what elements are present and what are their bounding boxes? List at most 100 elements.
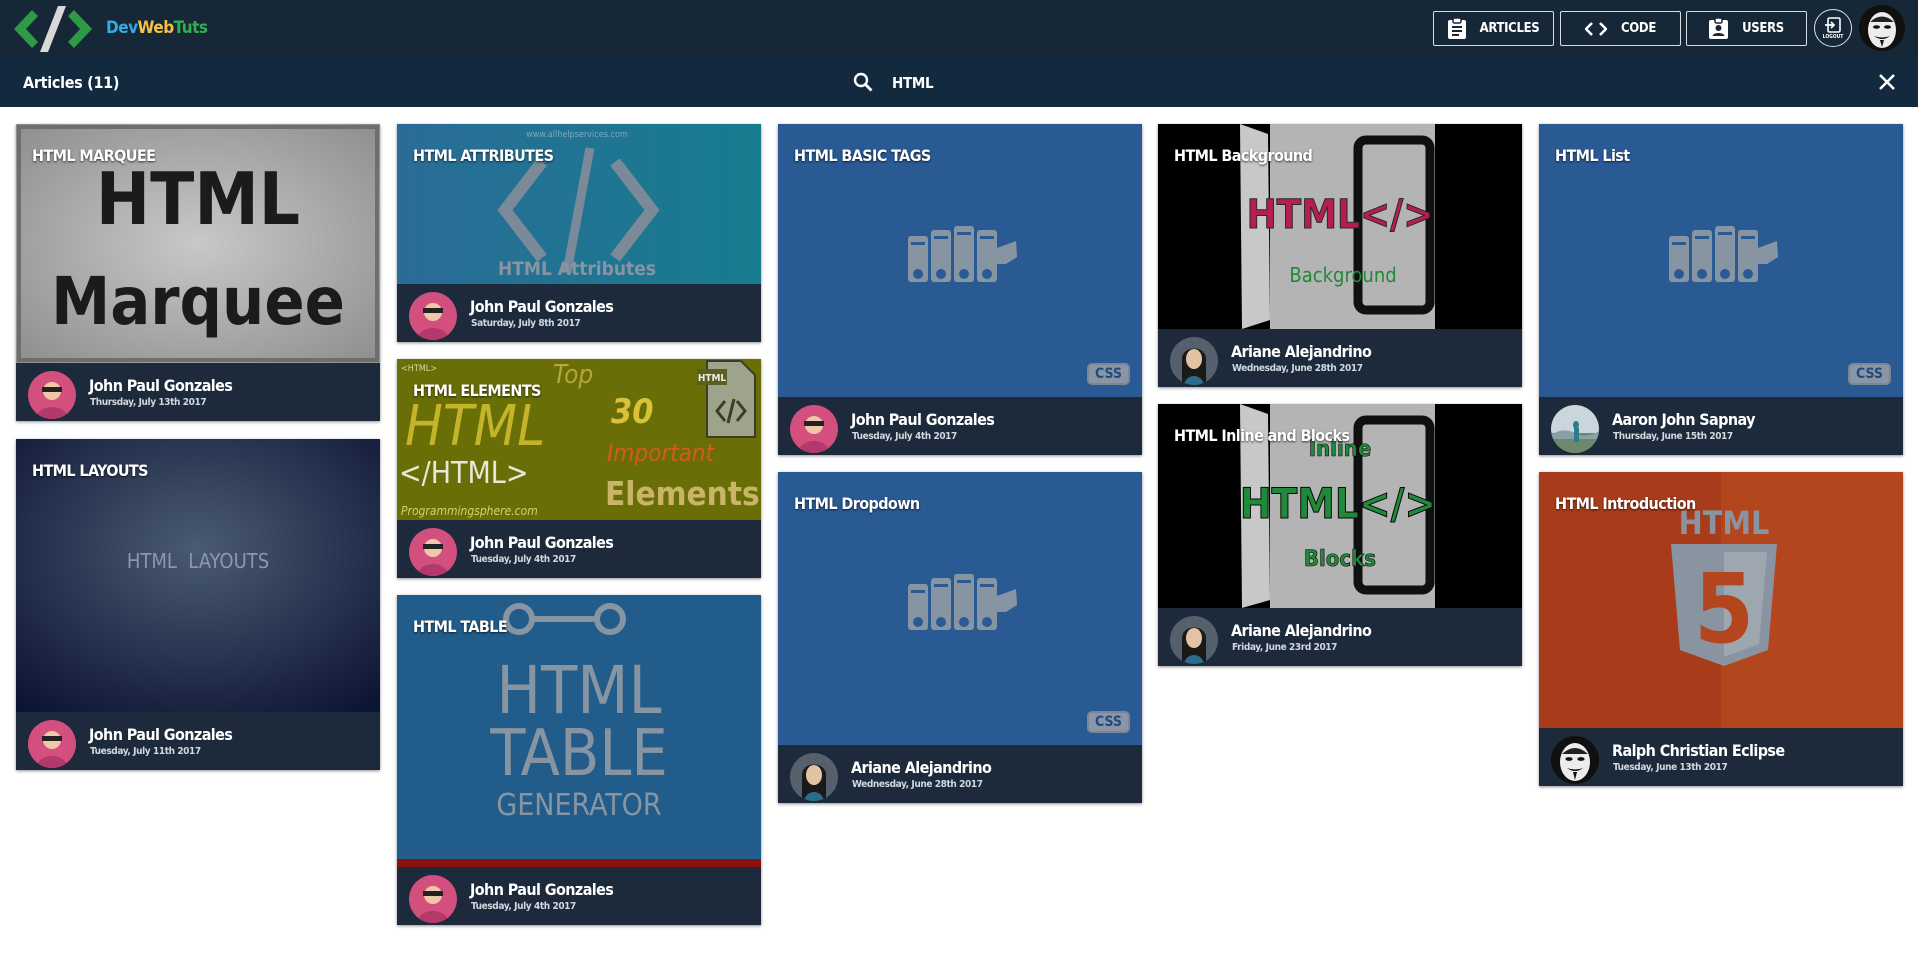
article-card[interactable]: www.allhelpservices.com HTML Attributes … xyxy=(397,124,761,342)
author-photo-icon xyxy=(1551,405,1599,453)
article-footer: John Paul Gonzales Saturday, July 8th 20… xyxy=(397,284,761,342)
author-name: John Paul Gonzales xyxy=(470,533,614,552)
article-title: HTML Inline and Blocks xyxy=(1174,426,1350,445)
article-title: HTML Dropdown xyxy=(794,494,920,513)
article-title: HTML BASIC TAGS xyxy=(794,146,931,165)
publish-date: Friday, June 23rd 2017 xyxy=(1232,642,1338,653)
article-title: HTML Background xyxy=(1174,146,1313,165)
author-photo-icon xyxy=(1170,616,1218,664)
author-avatar xyxy=(28,720,76,768)
author-photo-icon xyxy=(790,405,838,453)
thumb-main: HTML</> xyxy=(1240,479,1436,528)
article-footer: John Paul Gonzales Tuesday, July 4th 201… xyxy=(778,397,1142,455)
author-photo-icon xyxy=(28,720,76,768)
clipboard-icon xyxy=(1447,18,1466,39)
css-badge: CSS xyxy=(1086,711,1130,733)
article-card[interactable]: CSS HTML List Aaron John Sapnay Thursday… xyxy=(1539,124,1903,455)
logout-icon xyxy=(1825,16,1841,33)
logout-button[interactable]: LOGOUT xyxy=(1814,9,1852,47)
article-card[interactable]: Inline HTML</> Blocks HTML Inline and Bl… xyxy=(1158,404,1522,666)
author-name: Aaron John Sapnay xyxy=(1612,410,1755,429)
article-footer: Ariane Alejandrino Friday, June 23rd 201… xyxy=(1158,608,1522,666)
article-thumbnail: Inline HTML</> Blocks HTML Inline and Bl… xyxy=(1158,404,1522,608)
article-card[interactable]: HTML TABLE GENERATOR HTML TABLE John Pau… xyxy=(397,595,761,925)
article-thumbnail: HTML 5 HTML Introduction xyxy=(1539,472,1903,728)
code-nav-button[interactable]: CODE xyxy=(1560,11,1681,46)
article-thumbnail: HTML LAYOUTS HTML LAYOUTS xyxy=(16,439,380,712)
author-name: John Paul Gonzales xyxy=(470,297,614,316)
article-footer: Ariane Alejandrino Wednesday, June 28th … xyxy=(1158,329,1522,387)
code-icon xyxy=(1584,21,1607,36)
publish-date: Tuesday, June 13th 2017 xyxy=(1613,762,1728,773)
brand-tuts: Tuts xyxy=(173,18,208,38)
article-card[interactable]: <HTML> Top HTML 30 </HTML> Important Ele… xyxy=(397,359,761,578)
article-thumbnail: HTML</> Background HTML Background xyxy=(1158,124,1522,329)
article-footer: Ariane Alejandrino Wednesday, June 28th … xyxy=(778,745,1142,803)
article-title: HTML ATTRIBUTES xyxy=(413,146,554,165)
users-nav-button[interactable]: USERS xyxy=(1686,11,1807,46)
article-card[interactable]: CSS HTML BASIC TAGS John Paul Gonzales T… xyxy=(778,124,1142,455)
article-thumbnail: CSS HTML List xyxy=(1539,124,1903,397)
author-avatar xyxy=(409,875,457,923)
articles-nav-button[interactable]: ARTICLES xyxy=(1433,11,1554,46)
brand-name[interactable]: DevWebTuts xyxy=(106,18,208,38)
article-title: HTML TABLE xyxy=(413,617,508,636)
publish-date: Tuesday, July 11th 2017 xyxy=(90,746,201,757)
article-footer: Aaron John Sapnay Thursday, June 15th 20… xyxy=(1539,397,1903,455)
thumb-digit: 5 xyxy=(1694,553,1754,665)
author-name: Ralph Christian Eclipse xyxy=(1612,741,1785,760)
author-avatar xyxy=(1170,616,1218,664)
publish-date: Wednesday, June 28th 2017 xyxy=(852,779,983,790)
article-title: HTML LAYOUTS xyxy=(32,461,149,480)
article-title: HTML List xyxy=(1555,146,1630,165)
brand-dev: Dev xyxy=(106,18,138,38)
author-name: Ariane Alejandrino xyxy=(851,758,992,777)
thumb-html: HTML xyxy=(405,394,545,459)
author-avatar xyxy=(790,405,838,453)
article-card[interactable]: HTML LAYOUTS HTML LAYOUTS John Paul Gonz… xyxy=(16,439,380,770)
author-photo-icon xyxy=(409,528,457,576)
author-name: John Paul Gonzales xyxy=(851,410,995,429)
articles-count-title: Articles (11) xyxy=(23,73,120,92)
thumb-text-line3: GENERATOR xyxy=(496,788,661,823)
publish-date: Saturday, July 8th 2017 xyxy=(471,318,581,329)
thumb-text-line2: TABLE xyxy=(489,717,668,791)
article-card[interactable]: HTML Marquee HTML MARQUEE John Paul Gonz… xyxy=(16,124,380,421)
author-avatar xyxy=(1551,405,1599,453)
thumb-icon-label: HTML xyxy=(698,373,727,384)
brand-web: Web xyxy=(137,18,175,38)
article-thumbnail: CSS HTML Dropdown xyxy=(778,472,1142,745)
author-photo-icon xyxy=(409,875,457,923)
publish-date: Tuesday, July 4th 2017 xyxy=(471,554,576,565)
article-thumbnail: <HTML> Top HTML 30 </HTML> Important Ele… xyxy=(397,359,761,520)
user-avatar[interactable] xyxy=(1859,5,1905,51)
article-footer: John Paul Gonzales Tuesday, July 11th 20… xyxy=(16,712,380,770)
article-title: HTML MARQUEE xyxy=(32,146,156,165)
anonymous-mask-avatar-icon xyxy=(1551,736,1599,784)
thumb-close: </HTML> xyxy=(399,456,528,491)
thumb-sub: Background xyxy=(1289,263,1396,287)
close-icon[interactable] xyxy=(1878,73,1896,91)
user-badge-icon xyxy=(1709,18,1729,39)
author-photo-icon xyxy=(1170,337,1218,385)
publish-date: Tuesday, July 4th 2017 xyxy=(852,431,957,442)
css-badge: CSS xyxy=(1847,363,1891,385)
author-name: John Paul Gonzales xyxy=(89,725,233,744)
author-avatar xyxy=(409,292,457,340)
author-name: Ariane Alejandrino xyxy=(1231,342,1372,361)
article-thumbnail: HTML Marquee HTML MARQUEE xyxy=(16,124,380,363)
article-footer: John Paul Gonzales Thursday, July 13th 2… xyxy=(16,363,380,421)
author-avatar xyxy=(28,371,76,419)
thumb-important: Important xyxy=(607,439,716,467)
author-name: Ariane Alejandrino xyxy=(1231,621,1372,640)
article-card[interactable]: HTML</> Background HTML Background Arian… xyxy=(1158,124,1522,387)
search-input[interactable] xyxy=(890,70,1494,96)
code-brackets-logo-icon[interactable] xyxy=(10,4,96,54)
publish-date: Thursday, June 15th 2017 xyxy=(1613,431,1733,442)
article-card[interactable]: HTML 5 HTML Introduction Ralph Christian… xyxy=(1539,472,1903,786)
css-badge: CSS xyxy=(1086,363,1130,385)
thumb-text: HTML LAYOUTS xyxy=(127,549,269,573)
article-card[interactable]: CSS HTML Dropdown Ariane Alejandrino Wed… xyxy=(778,472,1142,803)
author-avatar xyxy=(790,753,838,801)
thumb-caption: HTML Attributes xyxy=(498,258,656,280)
